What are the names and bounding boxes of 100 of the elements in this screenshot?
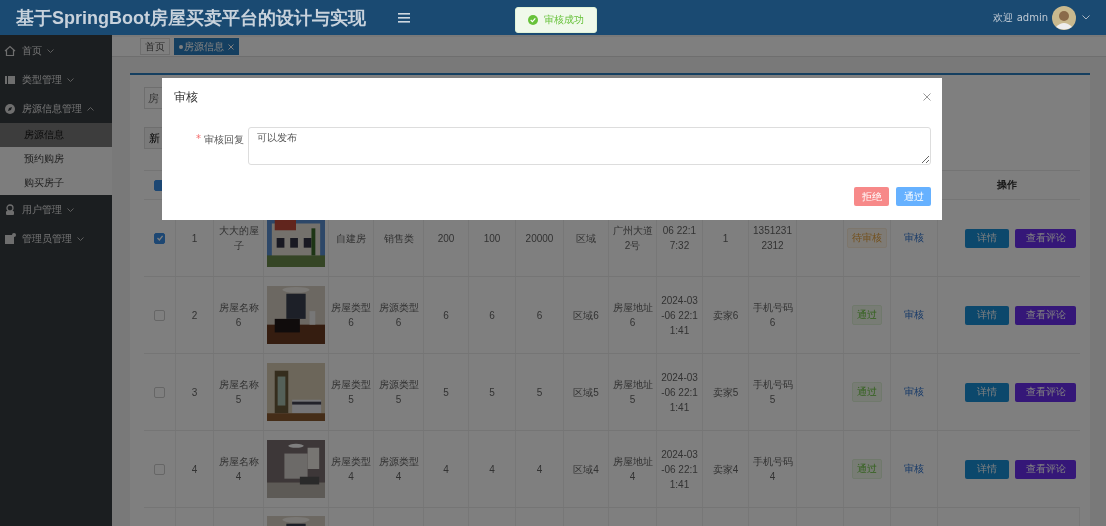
app-title: 基于SpringBoot房屋买卖平台的设计与实现: [16, 6, 366, 30]
view-comments-button[interactable]: 查看评论: [1015, 305, 1076, 325]
table-cell-text: 4: [535, 462, 544, 477]
phone-number: 13512312312: [752, 224, 793, 253]
table-cell-text: 5: [535, 385, 544, 400]
details-button[interactable]: 详情: [965, 459, 1009, 479]
seller: 卖家5: [711, 385, 740, 400]
region: 区域6: [572, 308, 600, 323]
region: 区域5: [572, 385, 600, 400]
tab[interactable]: 房源信息: [174, 38, 239, 55]
audit-link[interactable]: 审核: [904, 231, 924, 245]
source-type: 销售类: [382, 231, 415, 246]
row-number: 4: [190, 462, 199, 477]
house-name: 房屋名称6: [217, 301, 260, 330]
required-mark: *: [196, 133, 201, 144]
sidebar-item[interactable]: 房源信息管理: [0, 94, 112, 123]
timestamp: 2024-03-06 22:11:41: [660, 447, 699, 492]
view-comments-button[interactable]: 查看评论: [1015, 459, 1076, 479]
seller: 卖家4: [711, 462, 740, 477]
table-cell-text: 100: [482, 231, 502, 246]
details-button[interactable]: 详情: [965, 305, 1009, 325]
address: 房屋地址6: [611, 301, 654, 330]
table-cell-text: 4: [442, 462, 450, 477]
user-lock-icon: [4, 203, 16, 216]
caret-down-icon: [67, 77, 74, 82]
sidebar-item[interactable]: 类型管理: [0, 65, 112, 94]
address: 广州大道2号: [611, 224, 654, 253]
phone-number: 手机号码5: [751, 378, 794, 407]
region: 区域: [575, 231, 597, 246]
approve-button[interactable]: 通过: [896, 187, 931, 206]
close-icon: [228, 43, 234, 50]
home-icon: [4, 44, 16, 57]
timestamp: 2024-03-06 22:11:41: [660, 293, 699, 338]
source-type: 房源类型5: [377, 378, 420, 407]
region: 区域4: [572, 462, 600, 477]
house-type: 房屋类型5: [330, 378, 372, 407]
audit-link[interactable]: 审核: [904, 385, 924, 399]
status-tag: 待审核: [847, 228, 887, 248]
timestamp: 06 22:17:32: [661, 224, 698, 253]
document-icon: [4, 232, 16, 245]
sidebar-item[interactable]: 用户管理: [0, 195, 112, 224]
reply-textarea[interactable]: 可以发布: [248, 127, 931, 165]
sidebar-item[interactable]: 管理员管理: [0, 224, 112, 253]
toast-message: 审核成功: [515, 7, 597, 33]
audit-link[interactable]: 审核: [904, 308, 924, 322]
timestamp: 2024-03-06 22:11:41: [660, 370, 699, 415]
greeting-text: 欢迎 admin: [993, 10, 1048, 25]
reject-button[interactable]: 拒绝: [854, 187, 889, 206]
table-cell-text: 4: [488, 462, 496, 477]
status-tag: 通过: [852, 459, 882, 479]
table-cell-text: 6: [488, 308, 496, 323]
row-number: 2: [190, 308, 199, 323]
address: 房屋地址4: [611, 455, 654, 484]
tab[interactable]: 首页: [140, 38, 170, 55]
details-button[interactable]: 详情: [965, 228, 1009, 248]
row-checkbox[interactable]: [154, 463, 165, 475]
view-comments-button[interactable]: 查看评论: [1015, 382, 1076, 402]
row-number: 1: [190, 231, 199, 246]
dot-icon: [179, 44, 183, 49]
source-type: 房源类型6: [377, 301, 420, 330]
audit-link[interactable]: 审核: [904, 462, 924, 476]
caret-down-icon: [77, 236, 84, 241]
caret-up-icon: [87, 106, 94, 111]
submenu-item[interactable]: 预约购房: [0, 147, 112, 171]
view-comments-button[interactable]: 查看评论: [1015, 228, 1076, 248]
compass-icon: [4, 102, 16, 115]
source-type: 房源类型4: [377, 455, 420, 484]
row-checkbox[interactable]: [154, 386, 165, 398]
row-checkbox[interactable]: [154, 309, 165, 321]
close-icon: [923, 93, 931, 101]
caret-down-icon: [47, 48, 54, 53]
house-name: 房屋名称5: [217, 378, 260, 407]
dialog-title: 审核: [174, 88, 198, 106]
sidebar-item[interactable]: 首页: [0, 36, 112, 65]
avatar-icon: [1052, 5, 1076, 30]
table-cell-text: 5: [442, 385, 450, 400]
house-name: 房屋名称4: [217, 455, 260, 484]
table-cell-text: 6: [535, 308, 544, 323]
seller: 1: [721, 231, 730, 246]
table-cell-text: 200: [436, 231, 456, 246]
submenu-item[interactable]: 购买房子: [0, 171, 112, 195]
phone-number: 手机号码4: [751, 455, 794, 484]
house-type: 房屋类型4: [330, 455, 372, 484]
details-button[interactable]: 详情: [965, 382, 1009, 402]
status-tag: 通过: [852, 382, 882, 402]
caret-down-icon: [1082, 15, 1090, 20]
table-cell-text: 20000: [524, 231, 555, 246]
house-type: 房屋类型6: [330, 301, 372, 330]
column-header: 操作: [997, 178, 1017, 192]
row-checkbox[interactable]: [154, 232, 165, 244]
caret-down-icon: [67, 207, 74, 212]
book-icon: [4, 73, 16, 86]
status-tag: 通过: [852, 305, 882, 325]
success-icon: [528, 15, 538, 25]
field-label: 审核回复: [204, 133, 244, 147]
house-type: 自建房: [335, 231, 367, 246]
address: 房屋地址5: [611, 378, 654, 407]
table-cell-text: 5: [488, 385, 496, 400]
menu-icon: [398, 12, 410, 23]
row-number: 3: [190, 385, 199, 400]
